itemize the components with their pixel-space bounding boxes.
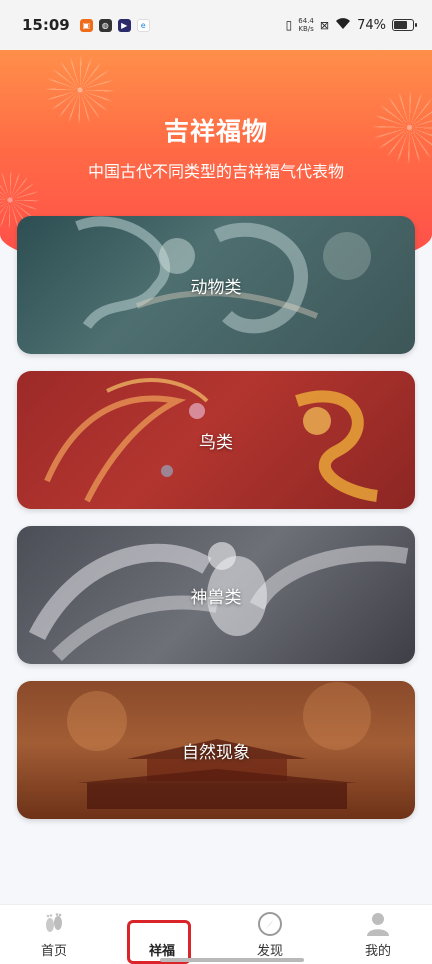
notification-app-icon: ▣: [79, 18, 93, 32]
status-right: ▯ 64.4 KB/s ⊠ 74%: [285, 17, 417, 34]
page-subtitle: 中国古代不同类型的吉祥福气代表物: [87, 162, 344, 181]
category-card-birds[interactable]: 鸟类: [17, 371, 415, 509]
tab-label: 首页: [40, 944, 67, 959]
net-speed-unit: KB/s: [298, 25, 314, 33]
category-label: 动物类: [190, 277, 242, 298]
bottom-tab-bar: 首页 祥福 发现 我的: [0, 904, 432, 964]
home-indicator: [160, 958, 304, 962]
page-title: 吉祥福物: [163, 117, 268, 146]
tab-icon-placeholder: [149, 911, 175, 937]
notification-browser-icon: e: [136, 18, 150, 32]
notification-play-icon: ▶: [117, 18, 131, 32]
status-time: 15:09: [22, 16, 70, 34]
category-label: 神兽类: [190, 587, 242, 608]
tab-profile[interactable]: 我的: [324, 905, 432, 964]
category-card-mythical-beasts[interactable]: 神兽类: [17, 526, 415, 664]
tab-blessings[interactable]: 祥福: [108, 905, 216, 964]
category-label: 鸟类: [199, 432, 233, 453]
net-speed-value: 64.4: [298, 17, 314, 25]
user-icon: [365, 911, 391, 937]
wifi-icon: [335, 17, 351, 34]
category-card-animals[interactable]: 动物类: [17, 216, 415, 354]
battery-fill: [394, 21, 407, 29]
battery-icon: [392, 19, 417, 31]
tab-home[interactable]: 首页: [0, 905, 108, 964]
notification-app-icon: ◍: [98, 18, 112, 32]
battery-percent: 74%: [357, 17, 386, 33]
net-speed: 64.4 KB/s: [298, 17, 314, 33]
tab-discover[interactable]: 发现: [216, 905, 324, 964]
status-left: 15:09 ▣ ◍ ▶ e: [22, 16, 150, 34]
no-sim-icon: ⊠: [319, 18, 330, 32]
category-card-natural-phenomena[interactable]: 自然现象: [17, 681, 415, 819]
tab-label: 发现: [256, 944, 283, 959]
tab-label: 我的: [364, 944, 391, 959]
compass-icon: [257, 911, 283, 937]
status-bar: 15:09 ▣ ◍ ▶ e ▯ 64.4 KB/s ⊠ 74%: [0, 0, 432, 50]
vibrate-icon: ▯: [285, 18, 293, 32]
footprints-icon: [41, 911, 67, 937]
tab-label: 祥福: [148, 944, 175, 959]
category-label: 自然现象: [182, 742, 250, 763]
